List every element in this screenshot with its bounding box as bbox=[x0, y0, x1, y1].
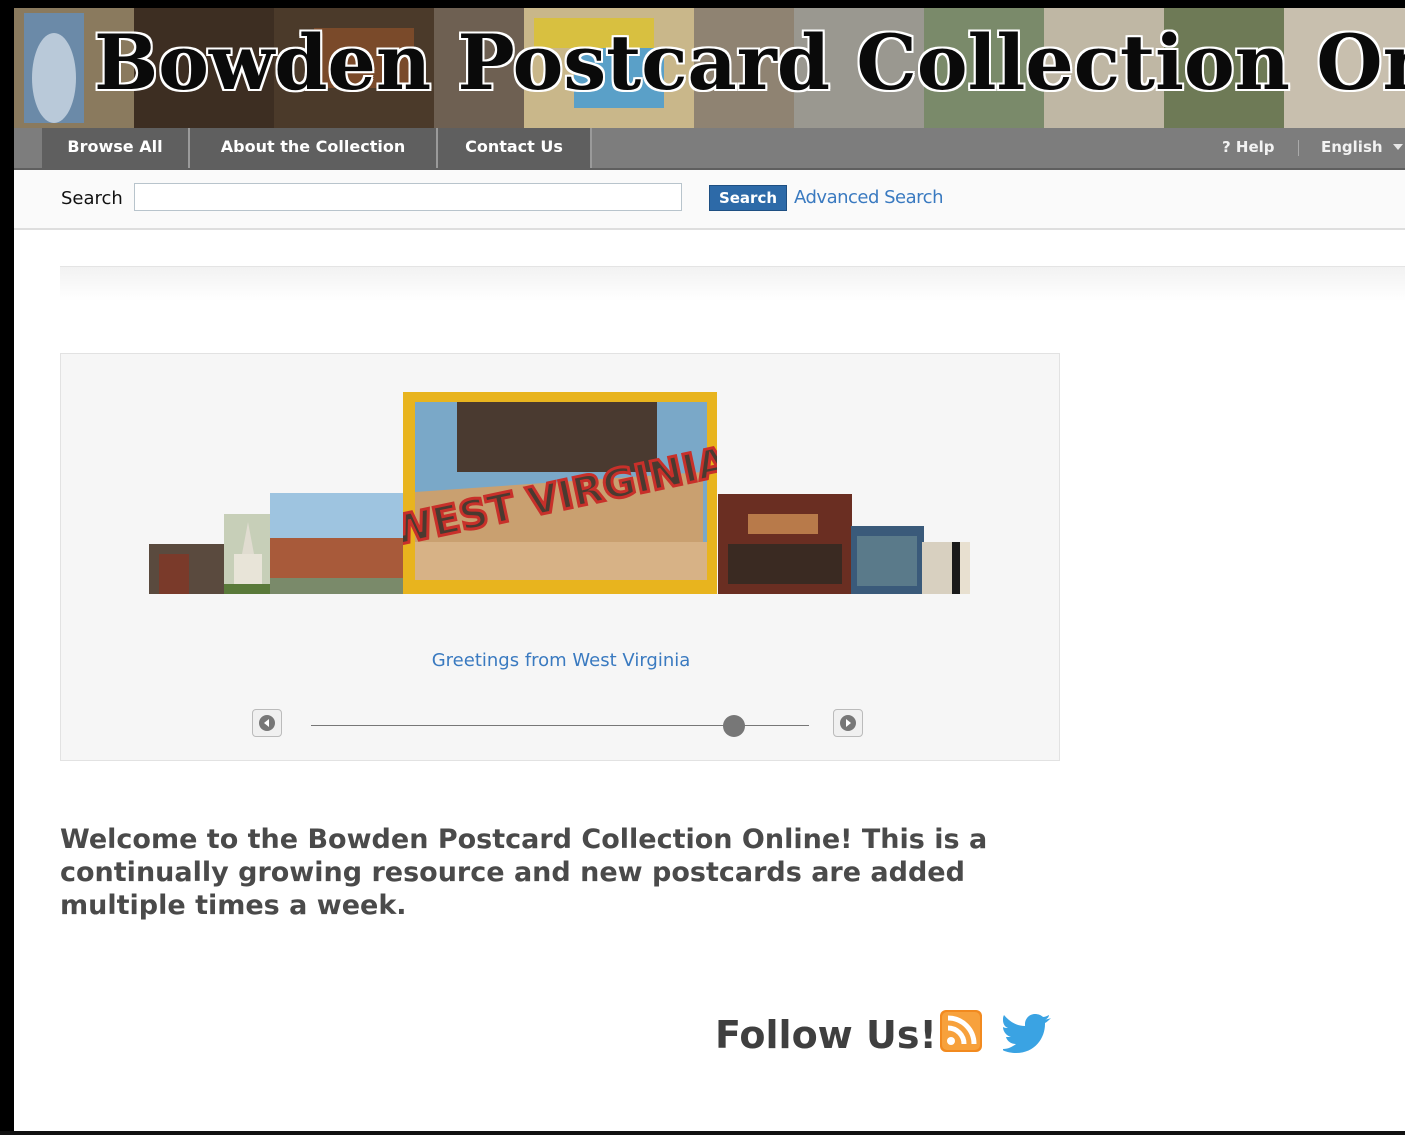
search-input[interactable] bbox=[134, 183, 682, 211]
site-title[interactable]: Bowden Postcard Collection Online bbox=[94, 18, 1405, 107]
next-arrow-icon bbox=[840, 715, 856, 731]
previous-arrow-icon bbox=[259, 715, 275, 731]
featured-postcard-west-virginia[interactable]: WEST VIRGINIA bbox=[403, 392, 717, 594]
carousel-next-button[interactable] bbox=[833, 709, 863, 737]
window-frame-bottom bbox=[0, 1131, 1405, 1135]
nav-browse-all[interactable]: Browse All bbox=[42, 128, 190, 168]
thumbnail-street-scene[interactable] bbox=[149, 544, 227, 594]
language-selector[interactable]: English bbox=[1321, 128, 1404, 168]
carousel-prev-button[interactable] bbox=[252, 709, 282, 737]
thumbnail-sepia-scene[interactable] bbox=[922, 542, 970, 594]
window-frame-left bbox=[0, 0, 14, 1135]
rss-feed-icon[interactable] bbox=[940, 1010, 982, 1052]
window-frame-top bbox=[0, 0, 1405, 8]
nav-contact-us[interactable]: Contact Us bbox=[438, 128, 592, 168]
thumbnail-lecture-hall[interactable] bbox=[718, 494, 852, 594]
nav-about-collection[interactable]: About the Collection bbox=[190, 128, 438, 168]
advanced-search-link[interactable]: Advanced Search bbox=[794, 187, 943, 208]
twitter-bird-icon[interactable] bbox=[1003, 1012, 1053, 1054]
language-label: English bbox=[1321, 138, 1383, 156]
follow-us-heading: Follow Us! bbox=[715, 1013, 937, 1057]
postcard-carousel: WEST VIRGINIA Greetings from West Virgin… bbox=[60, 353, 1060, 761]
search-label: Search bbox=[61, 188, 123, 209]
content-divider bbox=[60, 266, 1405, 301]
caret-down-icon bbox=[1392, 144, 1403, 150]
search-bar: Search Search Advanced Search bbox=[14, 170, 1405, 230]
site-banner[interactable]: Bowden Postcard Collection Online bbox=[14, 8, 1405, 128]
search-button[interactable]: Search bbox=[709, 185, 787, 211]
welcome-message: Welcome to the Bowden Postcard Collectio… bbox=[60, 824, 988, 921]
carousel-caption[interactable]: Greetings from West Virginia bbox=[61, 650, 1061, 671]
help-link[interactable]: ? Help bbox=[1222, 128, 1275, 168]
main-navigation: Browse All About the Collection Contact … bbox=[14, 128, 1405, 170]
thumbnail-chapel[interactable] bbox=[224, 514, 272, 594]
nav-divider bbox=[1298, 140, 1299, 156]
carousel-slider-handle[interactable] bbox=[723, 715, 746, 737]
thumbnail-brick-building[interactable] bbox=[270, 493, 404, 594]
thumbnail-modern-building[interactable] bbox=[851, 526, 924, 594]
